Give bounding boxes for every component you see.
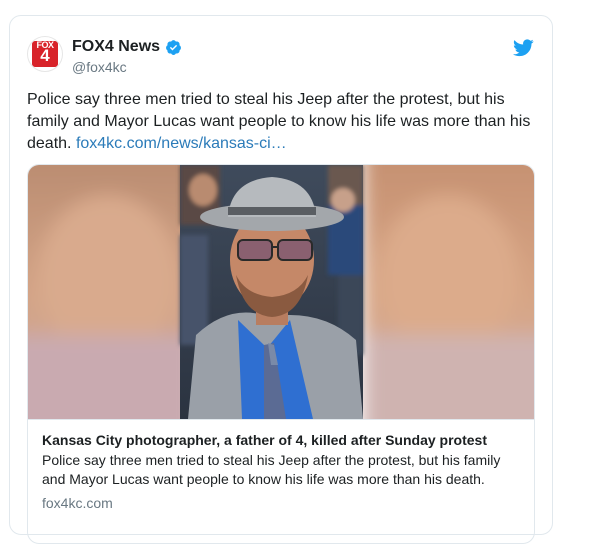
logo-text-4: 4 bbox=[40, 46, 50, 65]
card-domain: fox4kc.com bbox=[42, 495, 113, 511]
verified-badge-icon bbox=[166, 39, 181, 55]
card-image[interactable] bbox=[28, 165, 534, 419]
tweet-text: Police say three men tried to steal his … bbox=[27, 89, 537, 155]
card-body[interactable]: Kansas City photographer, a father of 4,… bbox=[28, 419, 534, 543]
author-display-name[interactable]: FOX4 News bbox=[72, 38, 160, 56]
link-card[interactable]: Kansas City photographer, a father of 4,… bbox=[27, 164, 535, 544]
author-name-row: FOX4 News bbox=[72, 38, 182, 56]
author-handle[interactable]: @fox4kc bbox=[72, 59, 127, 75]
embedded-tweet: FOX 4 FOX4 News @fox4kc Police say three… bbox=[9, 15, 553, 544]
card-description: Police say three men tried to steal his … bbox=[42, 452, 501, 487]
avatar[interactable]: FOX 4 bbox=[27, 36, 63, 72]
tweet-link[interactable]: fox4kc.com/news/kansas-ci… bbox=[76, 135, 287, 152]
card-title[interactable]: Kansas City photographer, a father of 4,… bbox=[42, 431, 520, 449]
card-photo bbox=[28, 165, 534, 419]
twitter-bird-icon[interactable] bbox=[513, 39, 534, 57]
